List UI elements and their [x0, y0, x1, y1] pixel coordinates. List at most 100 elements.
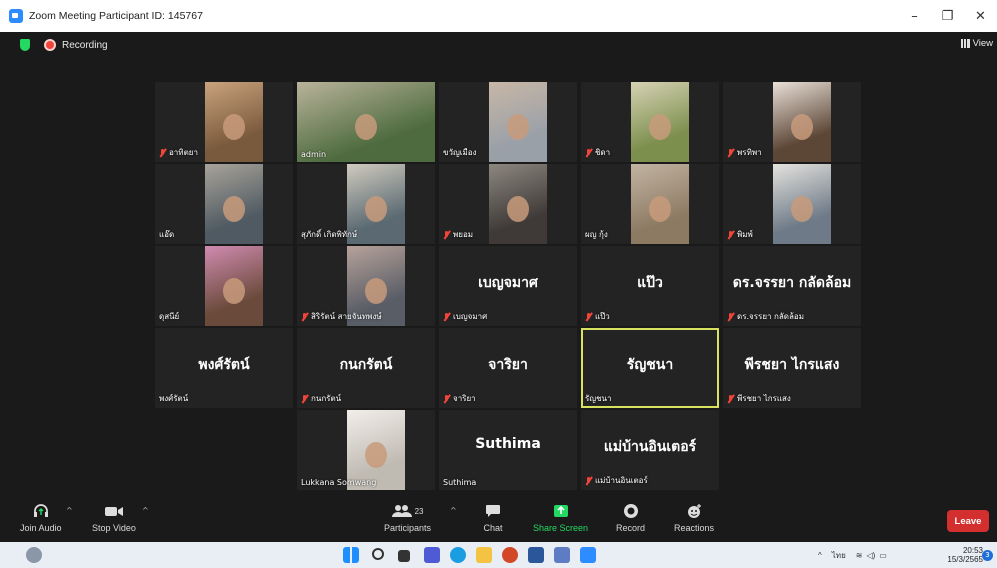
- reactions-button[interactable]: Reactions: [674, 502, 714, 533]
- edge-browser-icon[interactable]: [450, 547, 466, 563]
- wifi-icon[interactable]: ≋: [856, 551, 863, 560]
- reactions-label: Reactions: [674, 523, 715, 533]
- participant-name-label: แม่บ้านอินเตอร์: [585, 474, 648, 487]
- window-controls: – ❐ ✕: [898, 0, 997, 32]
- participant-tile[interactable]: เบญจมาศ เบญจมาศ: [439, 246, 577, 326]
- participant-name-label: Suthima: [443, 478, 476, 487]
- meeting-toolbar: Join Audio ^ Stop Video ^ 23 Participant…: [0, 498, 997, 542]
- tray-chevron-icon[interactable]: ^: [818, 551, 822, 560]
- title-bar: Zoom Meeting Participant ID: 145767 – ❐ …: [0, 0, 997, 32]
- teams-chat-icon[interactable]: [424, 547, 440, 563]
- participant-face: [223, 114, 245, 140]
- view-button[interactable]: View: [960, 38, 993, 49]
- stop-video-button[interactable]: Stop Video: [92, 502, 136, 533]
- participant-display-name: จาริยา: [488, 357, 528, 373]
- clock[interactable]: 20:53 15/3/2565: [947, 546, 983, 564]
- participant-tile[interactable]: พยอม: [439, 164, 577, 244]
- record-button[interactable]: Record: [616, 502, 645, 533]
- participant-name: ดร.จรรยา กลัดล้อม: [737, 312, 804, 321]
- participant-tile[interactable]: Suthima Suthima: [439, 410, 577, 490]
- participant-name-label: กนกรัตน์: [301, 392, 341, 405]
- participants-icon: [391, 505, 412, 517]
- notification-badge[interactable]: 3: [982, 550, 993, 561]
- participant-tile[interactable]: สุภักดิ์ เกิดพิทักษ์: [297, 164, 435, 244]
- task-view-icon[interactable]: [398, 550, 410, 562]
- participant-tile[interactable]: พรทิพา: [723, 82, 861, 162]
- video-options-chevron-icon[interactable]: ^: [142, 506, 149, 515]
- minimize-button[interactable]: –: [898, 0, 931, 32]
- participant-name: ชิดา: [595, 148, 611, 157]
- system-tray: ^ ไทย ≋ ◁) ▭: [818, 542, 887, 568]
- participant-face: [649, 114, 671, 140]
- participant-display-name: ดร.จรรยา กลัดล้อม: [732, 275, 852, 291]
- gallery-view: อาทิตยา admin ขวัญเมือง ชิดา พรทิพาแอ๊ด สุภัก…: [0, 58, 997, 498]
- participant-name: Lukkana Somwang: [301, 478, 377, 487]
- zoom-taskbar-icon[interactable]: [580, 547, 596, 563]
- windows-start-icon[interactable]: [343, 547, 359, 563]
- participant-tile[interactable]: สิริรัตน์ สายจันทพงษ์: [297, 246, 435, 326]
- participant-tile[interactable]: อาทิตยา: [155, 82, 293, 162]
- participant-tile[interactable]: ดร.จรรยา กลัดล้อม ดร.จรรยา กลัดล้อม: [723, 246, 861, 326]
- participant-tile[interactable]: แป๊ว แป๊ว: [581, 246, 719, 326]
- participant-name-label: พยอม: [443, 228, 473, 241]
- file-explorer-icon[interactable]: [476, 547, 492, 563]
- meeting-status-bar: Recording View: [0, 32, 997, 58]
- participant-tile[interactable]: admin: [297, 82, 435, 162]
- record-icon: [620, 502, 642, 520]
- participant-name: ขวัญเมือง: [443, 148, 477, 157]
- participant-face: [507, 114, 529, 140]
- participant-tile[interactable]: แม่บ้านอินเตอร์ แม่บ้านอินเตอร์: [581, 410, 719, 490]
- powerpoint-icon[interactable]: [502, 547, 518, 563]
- participant-tile[interactable]: รัญชนา รัญชนา: [581, 328, 719, 408]
- muted-mic-icon: [727, 230, 734, 239]
- participant-tile[interactable]: พีรชยา ไกรแสง พีรชยา ไกรแสง: [723, 328, 861, 408]
- participants-label: Participants: [384, 523, 432, 533]
- participant-tile[interactable]: แอ๊ด: [155, 164, 293, 244]
- participant-tile[interactable]: พิมพ์: [723, 164, 861, 244]
- leave-button[interactable]: Leave: [947, 510, 989, 532]
- recording-icon: [44, 39, 56, 51]
- participant-tile[interactable]: กนกรัตน์ กนกรัตน์: [297, 328, 435, 408]
- share-screen-button[interactable]: Share Screen: [533, 502, 588, 533]
- participant-tile[interactable]: ผญ กุ้ง: [581, 164, 719, 244]
- participant-video: [205, 246, 263, 326]
- language-indicator[interactable]: ไทย: [832, 549, 846, 562]
- participant-video: [489, 82, 547, 162]
- muted-mic-icon: [585, 476, 592, 485]
- calculator-icon[interactable]: [554, 547, 570, 563]
- participant-tile[interactable]: ขวัญเมือง: [439, 82, 577, 162]
- participant-video: [631, 164, 689, 244]
- volume-icon[interactable]: ◁): [866, 551, 875, 560]
- participant-name-label: พรทิพา: [727, 146, 762, 159]
- participant-display-name: เบญจมาศ: [478, 275, 538, 291]
- muted-mic-icon: [727, 148, 734, 157]
- clock-date: 15/3/2565: [947, 555, 983, 564]
- word-icon[interactable]: [528, 547, 544, 563]
- participant-tile[interactable]: ชิดา: [581, 82, 719, 162]
- participant-tile[interactable]: พงศ์รัตน์ พงศ์รัตน์: [155, 328, 293, 408]
- search-icon[interactable]: [372, 548, 384, 560]
- participants-icon-wrap: 23: [388, 502, 428, 520]
- participant-name-label: แป๊ว: [585, 310, 610, 323]
- participant-name-label: พีรชยา ไกรแสง: [727, 392, 791, 405]
- participant-tile[interactable]: ดุสนีย์: [155, 246, 293, 326]
- restore-button[interactable]: ❐: [931, 0, 964, 32]
- participant-face: [365, 196, 387, 222]
- chat-button[interactable]: Chat: [482, 502, 504, 533]
- participant-name: อาทิตยา: [169, 148, 198, 157]
- security-shield-icon[interactable]: [20, 39, 30, 51]
- participant-name: กนกรัตน์: [311, 394, 342, 403]
- join-audio-button[interactable]: Join Audio: [20, 502, 62, 533]
- chat-icon: [482, 502, 504, 520]
- participants-chevron-icon[interactable]: ^: [450, 506, 457, 515]
- clock-time: 20:53: [962, 546, 983, 555]
- cortana-icon[interactable]: [26, 547, 42, 563]
- participant-name: แม่บ้านอินเตอร์: [595, 476, 648, 485]
- participant-name-label: แอ๊ด: [159, 228, 174, 241]
- participant-tile[interactable]: Lukkana Somwang: [297, 410, 435, 490]
- participants-button[interactable]: 23 Participants: [384, 502, 431, 533]
- participant-tile[interactable]: จาริยา จาริยา: [439, 328, 577, 408]
- close-button[interactable]: ✕: [964, 0, 997, 32]
- battery-icon[interactable]: ▭: [879, 551, 887, 560]
- audio-options-chevron-icon[interactable]: ^: [66, 506, 73, 515]
